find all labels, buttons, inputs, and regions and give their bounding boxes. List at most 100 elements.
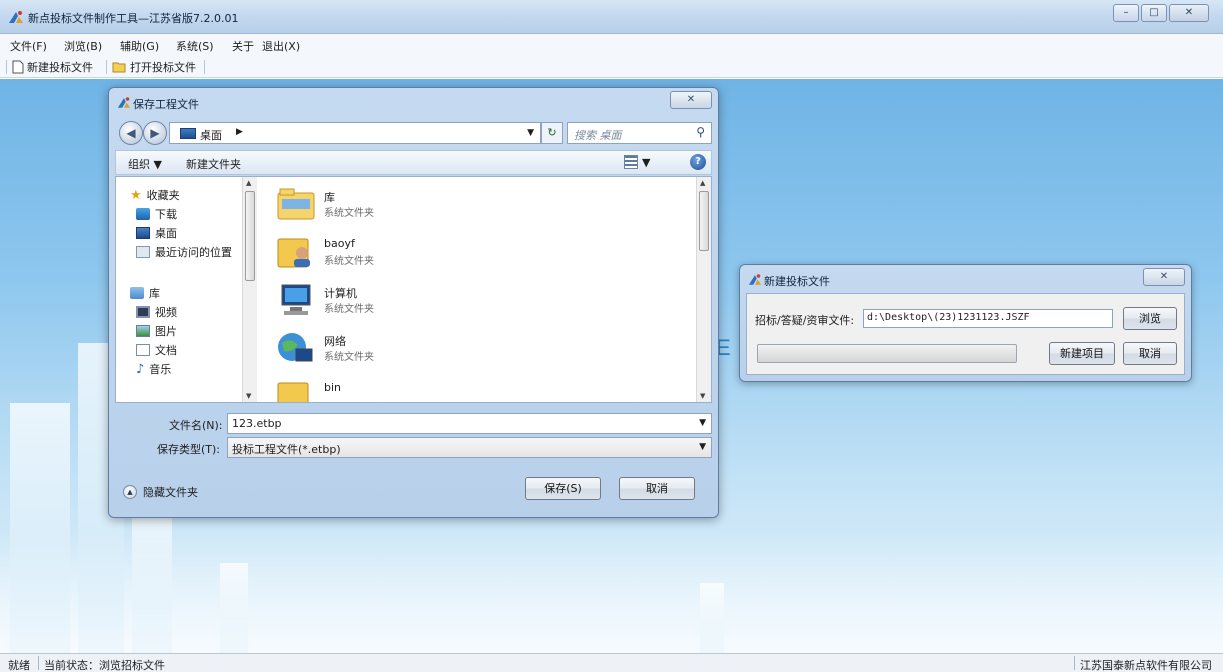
cancel-button[interactable]: 取消: [619, 477, 695, 500]
favorites-star-icon: ★: [130, 187, 142, 203]
tender-file-path-input[interactable]: d:\Desktop\(23)1231123.JSZF: [863, 309, 1113, 328]
progress-bar: [757, 344, 1017, 363]
file-name: bin: [324, 381, 342, 394]
videos-icon: [136, 306, 150, 318]
status-separator: [1074, 656, 1075, 670]
nav-item-label: 图片: [155, 325, 177, 338]
browse-button[interactable]: 浏览: [1123, 307, 1177, 330]
nav-item-downloads[interactable]: 下载: [136, 206, 177, 222]
folder-icon: [277, 382, 309, 402]
maximize-button[interactable]: □: [1141, 4, 1167, 22]
search-icon: ⚲: [696, 125, 705, 139]
new-project-button[interactable]: 新建项目: [1049, 342, 1115, 365]
back-button[interactable]: ◀: [119, 121, 143, 145]
view-dropdown-icon[interactable]: ▼: [642, 156, 650, 169]
dialog-close-button[interactable]: ✕: [1143, 268, 1185, 286]
dialog-app-icon: [117, 97, 131, 108]
status-company: 江苏国泰新点软件有限公司: [1080, 659, 1212, 672]
file-list-scrollbar[interactable]: ▲ ▼: [696, 177, 711, 402]
search-input[interactable]: 搜索 桌面 ⚲: [567, 122, 712, 144]
save-button[interactable]: 保存(S): [525, 477, 601, 500]
app-logo-icon: [9, 11, 23, 23]
filename-input[interactable]: 123.etbp ▼: [227, 413, 712, 434]
view-options-icon[interactable]: [624, 155, 638, 169]
file-type: 系统文件夹: [324, 256, 374, 267]
menu-file[interactable]: 文件(F): [10, 38, 47, 54]
dialog-app-icon: [748, 274, 762, 285]
libraries-icon: [130, 287, 144, 299]
scroll-down-icon[interactable]: ▼: [700, 392, 705, 400]
address-dropdown-icon[interactable]: ▼: [527, 128, 534, 138]
file-list: 库 系统文件夹 baoyf 系统文件夹 计算机 系统文件夹 网络 系统文件夹 b…: [262, 177, 692, 402]
dialog-title: 保存工程文件: [133, 98, 199, 111]
scrollbar-thumb[interactable]: [699, 191, 709, 251]
nav-item-recent[interactable]: 最近访问的位置: [136, 244, 232, 260]
file-item-bin[interactable]: bin: [276, 375, 676, 402]
tender-file-path-label: 招标/答疑/资审文件:: [755, 314, 855, 327]
dialog-close-button[interactable]: ✕: [670, 91, 712, 109]
menu-bar: 文件(F) 浏览(B) 辅助(G) 系统(S) 关于 退出(X): [0, 34, 1223, 56]
status-current-state: 当前状态：浏览招标文件: [44, 659, 165, 672]
nav-item-label: 桌面: [155, 227, 177, 240]
nav-item-pictures[interactable]: 图片: [136, 323, 177, 339]
app-title: 新点投标文件制作工具—江苏省版7.2.0.01: [28, 12, 239, 25]
open-folder-icon: [112, 62, 126, 73]
filetype-row: 保存类型(T): 投标工程文件(*.etbp) ▼: [115, 437, 712, 459]
organize-button[interactable]: 组织 ▼: [128, 156, 162, 172]
new-dialog-cancel-button[interactable]: 取消: [1123, 342, 1177, 365]
help-icon[interactable]: ?: [690, 154, 706, 170]
open-bid-file-button[interactable]: 打开投标文件: [112, 59, 196, 75]
filetype-select[interactable]: 投标工程文件(*.etbp) ▼: [227, 437, 712, 458]
pictures-icon: [136, 325, 150, 337]
background-haze: [0, 533, 1223, 653]
file-item-network[interactable]: 网络 系统文件夹: [276, 327, 676, 375]
nav-item-label: 音乐: [149, 363, 172, 376]
refresh-button[interactable]: ↻: [541, 122, 563, 144]
nav-item-desktop[interactable]: 桌面: [136, 225, 177, 241]
nav-libraries[interactable]: 库: [130, 285, 160, 301]
scroll-up-icon[interactable]: ▲: [246, 179, 251, 187]
breadcrumb-arrow-icon[interactable]: ▶: [236, 127, 243, 137]
menu-system[interactable]: 系统(S): [176, 38, 214, 54]
menu-browse[interactable]: 浏览(B): [64, 38, 102, 54]
file-item-library[interactable]: 库 系统文件夹: [276, 183, 676, 231]
file-type: 系统文件夹: [324, 208, 374, 219]
hide-folders-toggle[interactable]: ▲ 隐藏文件夹: [123, 484, 198, 500]
address-bar[interactable]: 桌面 ▶ ▼: [169, 122, 541, 144]
desktop-icon: [180, 128, 196, 139]
menu-exit[interactable]: 退出(X): [262, 38, 300, 54]
scrollbar-thumb[interactable]: [245, 191, 255, 281]
nav-libraries-label: 库: [149, 287, 160, 300]
scroll-up-icon[interactable]: ▲: [700, 179, 705, 187]
nav-pane-scrollbar[interactable]: ▲ ▼: [242, 177, 257, 402]
nav-favorites[interactable]: ★ 收藏夹: [130, 187, 180, 203]
nav-item-label: 下载: [155, 208, 177, 221]
dialog-body: 招标/答疑/资审文件: d:\Desktop\(23)1231123.JSZF …: [746, 293, 1185, 375]
new-folder-button[interactable]: 新建文件夹: [186, 156, 241, 172]
filetype-dropdown-icon[interactable]: ▼: [699, 442, 706, 452]
status-separator: [38, 656, 39, 670]
menu-about[interactable]: 关于: [232, 38, 254, 54]
file-item-baoyf[interactable]: baoyf 系统文件夹: [276, 231, 676, 279]
file-item-computer[interactable]: 计算机 系统文件夹: [276, 279, 676, 327]
new-bid-file-button[interactable]: 新建投标文件: [12, 59, 93, 75]
filename-dropdown-icon[interactable]: ▼: [699, 418, 706, 428]
forward-button[interactable]: ▶: [143, 121, 167, 145]
nav-item-label: 文档: [155, 344, 177, 357]
minimize-button[interactable]: –: [1113, 4, 1139, 22]
toolbar-separator: [106, 60, 107, 74]
navigation-pane: ★ 收藏夹 下载 桌面 最近访问的位置 库 视频 图片 文档 ♪ 音乐: [116, 177, 256, 402]
nav-item-music[interactable]: ♪ 音乐: [136, 361, 171, 377]
menu-assist[interactable]: 辅助(G): [120, 38, 159, 54]
nav-item-videos[interactable]: 视频: [136, 304, 177, 320]
new-bid-file-label: 新建投标文件: [27, 61, 93, 74]
close-button[interactable]: ✕: [1169, 4, 1209, 22]
nav-item-documents[interactable]: 文档: [136, 342, 177, 358]
save-project-dialog: 保存工程文件 ✕ ◀ ▶ 桌面 ▶ ▼ ↻ 搜索 桌面 ⚲ 组织 ▼ 新建文件夹…: [108, 87, 719, 518]
nav-item-label: 视频: [155, 306, 177, 319]
file-type: 系统文件夹: [324, 352, 374, 363]
library-folder-icon: [277, 188, 315, 220]
scroll-down-icon[interactable]: ▼: [246, 392, 251, 400]
hide-folders-label: 隐藏文件夹: [143, 486, 198, 499]
recent-places-icon: [136, 246, 150, 258]
